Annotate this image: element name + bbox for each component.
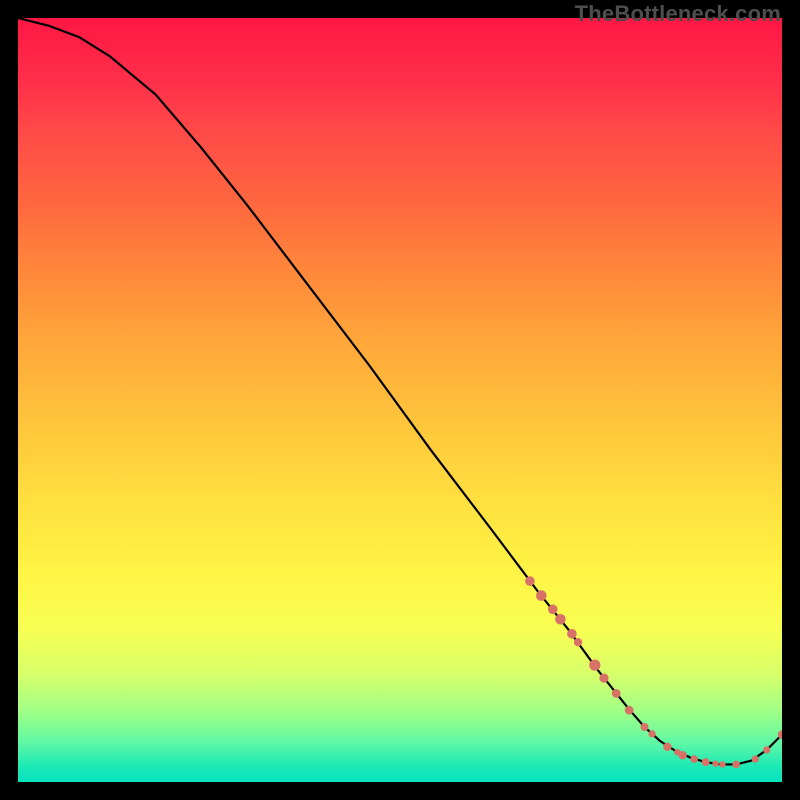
chart-marker (548, 605, 558, 615)
chart-marker (625, 706, 634, 715)
chart-markers (525, 576, 782, 768)
chart-marker (555, 614, 566, 625)
chart-curve (18, 18, 782, 764)
chart-marker (663, 743, 671, 751)
chart-marker (567, 629, 577, 639)
chart-marker (763, 746, 770, 753)
chart-marker (612, 689, 621, 698)
chart-marker (589, 660, 600, 671)
chart-marker (752, 755, 759, 762)
chart-marker (719, 761, 725, 767)
chart-marker (712, 760, 718, 766)
chart-marker (690, 755, 698, 763)
bottleneck-chart (18, 18, 782, 782)
chart-marker (640, 723, 648, 731)
chart-marker (599, 674, 608, 683)
chart-marker (702, 758, 710, 766)
chart-marker (536, 590, 547, 601)
chart-marker (678, 751, 686, 759)
chart-marker (525, 576, 535, 586)
chart-marker (732, 761, 740, 769)
chart-marker (649, 730, 656, 737)
chart-marker (574, 638, 582, 646)
